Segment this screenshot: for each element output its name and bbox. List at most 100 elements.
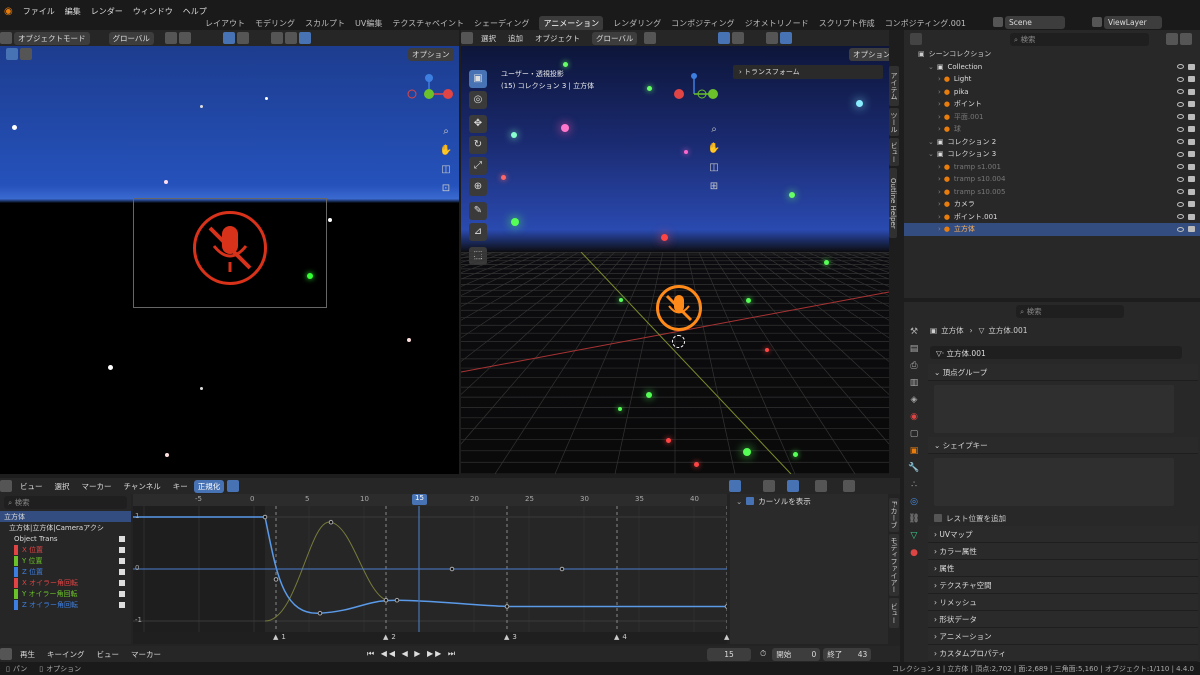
shading-solid-icon[interactable] — [766, 32, 779, 44]
shading-render-icon[interactable] — [780, 32, 793, 44]
outliner-row[interactable]: › ● 球 — [904, 123, 1200, 136]
outliner-row[interactable]: › ● Light — [904, 73, 1200, 86]
left-viewport[interactable]: オブジェクトモード グローバル オプション ⌕ ✋ ◫ ⊡ — [0, 30, 459, 474]
render-camera-icon[interactable] — [1188, 188, 1195, 195]
timeline-menu-item[interactable]: キーイング — [47, 649, 85, 660]
end-frame-field[interactable]: 終了 43 — [823, 647, 872, 661]
channel-checkbox-icon[interactable] — [119, 535, 125, 542]
visibility-eye-icon[interactable] — [1177, 114, 1184, 120]
move-tool[interactable]: ✥ — [469, 115, 487, 133]
keyframe-point[interactable] — [273, 577, 279, 582]
scene-selector[interactable]: Scene — [1005, 15, 1065, 29]
visibility-eye-icon[interactable] — [1177, 64, 1184, 70]
workspace-tab[interactable]: スカルプト — [305, 18, 345, 29]
tab-view[interactable]: ビュー — [889, 598, 899, 628]
snap-icon[interactable] — [644, 32, 657, 44]
viewport-nav-buttons[interactable]: ⌕ ✋ ◫ ⊡ — [438, 122, 454, 198]
render-camera-icon[interactable] — [1188, 138, 1195, 145]
fcurve-z-position[interactable] — [264, 516, 727, 614]
render-camera-icon[interactable] — [1188, 76, 1195, 83]
channel-row[interactable]: Y オイラー角回転 — [0, 588, 131, 599]
frame-ruler[interactable]: -5051015202530354015 — [133, 494, 727, 506]
timeline-menu-item[interactable]: 再生 — [20, 649, 35, 660]
shape-keys-list[interactable] — [934, 458, 1174, 506]
overlay-icon[interactable] — [732, 32, 745, 44]
outliner-row[interactable]: ⌄ ▣ Collection — [904, 61, 1200, 74]
render-camera-icon[interactable] — [1188, 201, 1195, 208]
start-frame-field[interactable]: 開始 0 — [772, 647, 821, 661]
collection-tab-icon[interactable]: ▢ — [906, 426, 922, 443]
outliner-row[interactable]: › ● カメラ — [904, 198, 1200, 211]
channel-checkbox-icon[interactable] — [119, 579, 125, 586]
expand-arrow-icon[interactable]: ⌄ — [928, 150, 934, 158]
outliner-row[interactable]: › ● pika — [904, 86, 1200, 99]
viewlayer-selector[interactable]: ViewLayer — [1104, 15, 1162, 29]
editor-type-icon[interactable] — [0, 32, 12, 44]
tab-fcurve[interactable]: F-カーブ — [889, 498, 899, 532]
expand-arrow-icon[interactable]: › — [938, 188, 941, 196]
render-camera-icon[interactable] — [1188, 213, 1195, 220]
visibility-eye-icon[interactable] — [1177, 126, 1184, 132]
object-tab-icon[interactable]: ▣ — [906, 443, 922, 460]
timeline-marker[interactable]: ▲ 1 — [273, 633, 286, 641]
expand-arrow-icon[interactable]: › — [938, 88, 941, 96]
timeline-marker[interactable]: ▲ 3 — [504, 633, 517, 641]
tab-view[interactable]: ビュー — [889, 138, 899, 166]
snap-icon[interactable] — [787, 480, 800, 492]
render-camera-icon[interactable] — [1188, 176, 1195, 183]
property-section-header[interactable]: › テクスチャ空間 — [928, 577, 1198, 594]
viewport-menu-item[interactable]: オブジェクト — [535, 33, 580, 44]
tab-tool[interactable]: ツール — [889, 108, 899, 136]
shading-render-icon[interactable] — [298, 32, 311, 44]
render-camera-icon[interactable] — [1188, 101, 1195, 108]
current-frame-field[interactable]: 15 — [707, 647, 752, 661]
visibility-eye-icon[interactable] — [1177, 189, 1184, 195]
transform-panel[interactable]: › トランスフォーム — [733, 65, 883, 79]
overlay-icon[interactable] — [236, 32, 249, 44]
outliner-search[interactable]: ⌕ 検索 — [1009, 32, 1150, 46]
keyframe-point[interactable] — [504, 604, 510, 609]
viewport-nav-buttons[interactable]: ⌕ ✋ ◫ ⊞ — [706, 120, 722, 196]
outliner-row[interactable]: › ● tramp s10.004 — [904, 173, 1200, 186]
keyframe-point[interactable] — [394, 597, 400, 603]
workspace-tab[interactable]: アニメーション — [539, 15, 604, 31]
filter-icon[interactable] — [843, 480, 856, 492]
property-section-header[interactable]: › カスタムプロパティ — [928, 645, 1198, 662]
expand-arrow-icon[interactable]: ⌄ — [928, 63, 934, 71]
material-tab-icon[interactable]: ● — [906, 545, 922, 562]
mode-dropdown[interactable]: オブジェクトモード — [14, 31, 90, 45]
shading-solid-icon[interactable] — [270, 32, 283, 44]
render-camera-icon[interactable] — [1188, 126, 1195, 133]
channel-checkbox-icon[interactable] — [119, 568, 125, 575]
physics-tab-icon[interactable]: ◎ — [906, 494, 922, 511]
workspace-tab[interactable]: UV編集 — [355, 18, 382, 29]
workspace-tab[interactable]: ジオメトリノード — [745, 18, 809, 29]
workspace-tab[interactable]: コンポジティング.001 — [885, 18, 966, 29]
proportional-icon[interactable] — [815, 480, 828, 492]
orientation-dropdown[interactable]: グローバル — [592, 31, 638, 45]
editor-type-icon[interactable] — [0, 648, 12, 660]
scale-tool[interactable]: ⤢ — [469, 157, 487, 175]
outliner-row[interactable]: › ● 立方体 — [904, 223, 1200, 236]
new-collection-icon[interactable] — [1180, 33, 1192, 45]
particles-tab-icon[interactable]: ∴ — [906, 477, 922, 494]
channel-checkbox-icon[interactable] — [119, 601, 125, 608]
vertex-groups-list[interactable] — [934, 385, 1174, 433]
channel-row[interactable]: 立方体 — [0, 511, 131, 522]
keyframe-point[interactable] — [724, 604, 727, 609]
data-tab-icon[interactable]: ▽ — [906, 528, 922, 545]
gizmo-icon[interactable] — [718, 32, 731, 44]
channel-checkbox-icon[interactable] — [119, 546, 125, 553]
visibility-eye-icon[interactable] — [1177, 164, 1184, 170]
current-frame-indicator[interactable]: 15 — [412, 494, 427, 505]
stopwatch-icon[interactable]: ⏱ — [760, 649, 766, 659]
graph-menu-item[interactable]: ビュー — [20, 481, 43, 492]
channel-row[interactable]: X 位置 — [0, 544, 131, 555]
outliner-row[interactable]: › ● 平面.001 — [904, 111, 1200, 124]
channel-checkbox-icon[interactable] — [119, 590, 125, 597]
graph-menu-item[interactable]: キー — [173, 481, 188, 492]
render-camera-icon[interactable] — [1188, 226, 1195, 233]
timeline-menu-item[interactable]: マーカー — [131, 649, 161, 660]
expand-arrow-icon[interactable]: › — [938, 213, 941, 221]
menu-item[interactable]: レンダー — [91, 6, 123, 17]
